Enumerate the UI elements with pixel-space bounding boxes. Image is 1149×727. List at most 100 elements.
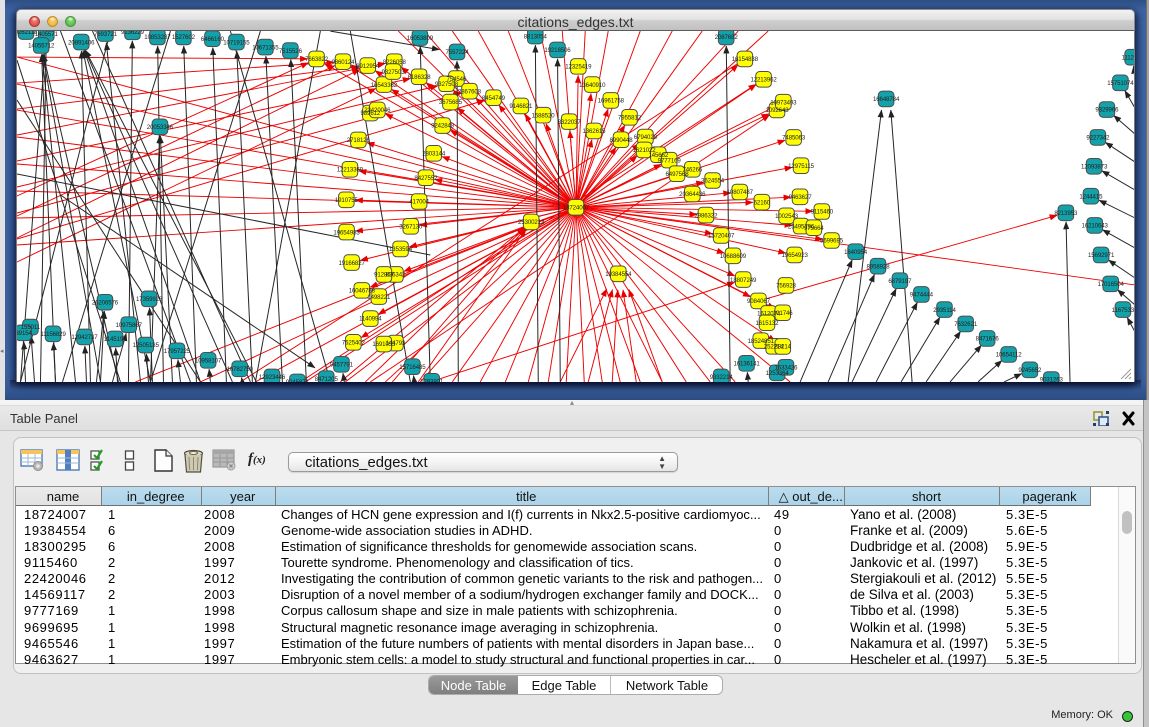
svg-text:10807487: 10807487 [727, 189, 754, 196]
svg-text:9245871: 9245871 [286, 379, 310, 382]
svg-text:20364436: 20364436 [679, 191, 706, 198]
svg-text:10671355: 10671355 [252, 44, 279, 51]
svg-text:7663822: 7663822 [305, 56, 329, 63]
svg-text:1244415: 1244415 [1079, 193, 1103, 200]
svg-text:7515526: 7515526 [279, 48, 303, 55]
svg-text:14055712: 14055712 [28, 43, 55, 50]
svg-text:12213369: 12213369 [337, 167, 364, 174]
svg-text:1167533: 1167533 [1112, 307, 1135, 314]
svg-text:12505135: 12505135 [133, 342, 160, 349]
svg-text:8427552: 8427552 [414, 175, 438, 182]
svg-text:1615132: 1615132 [755, 320, 779, 327]
svg-text:15716485: 15716485 [399, 364, 426, 371]
svg-text:9115460: 9115460 [811, 209, 834, 216]
svg-text:1362615: 1362615 [582, 128, 606, 135]
svg-text:15720407: 15720407 [708, 233, 735, 240]
svg-text:2718126: 2718126 [347, 137, 371, 144]
svg-text:17957225: 17957225 [164, 348, 191, 355]
svg-text:3675685: 3675685 [439, 99, 463, 106]
svg-text:16543362: 16543362 [371, 82, 398, 89]
svg-text:15692971: 15692971 [1088, 252, 1115, 259]
svg-text:1145194: 1145194 [104, 336, 127, 343]
svg-text:101746: 101746 [773, 310, 793, 317]
svg-text:6879197: 6879197 [888, 278, 912, 285]
svg-text:19166827: 19166827 [339, 260, 366, 267]
svg-text:16782759: 16782759 [227, 366, 254, 373]
svg-text:9457791: 9457791 [330, 362, 354, 369]
svg-text:19218506: 19218506 [544, 47, 571, 54]
svg-text:8990448: 8990448 [610, 137, 634, 144]
svg-text:10719155: 10719155 [223, 39, 250, 46]
svg-text:8213953: 8213953 [1054, 210, 1078, 217]
svg-text:20891406: 20891406 [68, 39, 95, 46]
svg-text:2935114: 2935114 [933, 307, 956, 314]
svg-text:1140994: 1140994 [359, 316, 382, 323]
svg-text:1527602: 1527602 [172, 34, 196, 41]
svg-text:3624554: 3624554 [701, 178, 725, 185]
svg-text:9084067: 9084067 [747, 298, 771, 305]
svg-text:10975867: 10975867 [116, 322, 143, 329]
svg-text:10688609: 10688609 [720, 253, 747, 260]
svg-text:1910755: 1910755 [335, 197, 359, 204]
svg-text:20053346: 20053346 [147, 124, 174, 131]
svg-text:8454749: 8454749 [482, 95, 506, 102]
svg-text:1002543: 1002543 [775, 213, 799, 220]
svg-text:7557224: 7557224 [446, 49, 470, 56]
svg-text:8226058: 8226058 [383, 59, 407, 66]
svg-text:2803144: 2803144 [422, 151, 446, 158]
svg-text:9242848: 9242848 [431, 123, 455, 130]
svg-text:9463627: 9463627 [789, 194, 813, 201]
svg-text:912867: 912867 [374, 272, 394, 279]
svg-text:9031263: 9031263 [1040, 377, 1064, 382]
svg-text:15751074: 15751074 [1107, 80, 1134, 87]
svg-text:8471205: 8471205 [315, 376, 339, 382]
svg-text:26206576: 26206576 [92, 299, 119, 306]
svg-text:88214: 88214 [775, 344, 792, 351]
svg-text:19654923: 19654923 [782, 252, 809, 259]
svg-text:17016504: 17016504 [1098, 281, 1125, 288]
svg-text:16136141: 16136141 [733, 361, 760, 368]
svg-text:9699695: 9699695 [820, 238, 844, 245]
svg-text:9860124: 9860124 [331, 59, 355, 66]
svg-text:1293801: 1293801 [420, 379, 444, 382]
svg-text:1405571: 1405571 [35, 31, 59, 38]
svg-text:16648784: 16648784 [873, 96, 900, 103]
svg-text:8958928: 8958928 [867, 263, 891, 270]
svg-text:12975115: 12975115 [788, 163, 815, 170]
svg-text:23420046: 23420046 [364, 107, 391, 114]
svg-text:6794028: 6794028 [634, 134, 658, 141]
svg-text:8912954: 8912954 [356, 63, 380, 70]
svg-text:1633426: 1633426 [774, 365, 798, 372]
svg-text:8813054: 8813054 [524, 33, 548, 40]
svg-text:9327508: 9327508 [435, 81, 459, 88]
svg-text:2867608: 2867608 [458, 88, 482, 95]
svg-text:10853287: 10853287 [144, 34, 171, 41]
svg-text:7955812: 7955812 [618, 115, 642, 122]
svg-text:9146821: 9146821 [509, 103, 533, 110]
svg-text:756928: 756928 [776, 283, 796, 290]
svg-text:7625402: 7625402 [342, 340, 366, 347]
svg-text:9227342: 9227342 [1086, 135, 1110, 142]
svg-text:12942737: 12942737 [71, 334, 98, 341]
svg-text:417004: 417004 [409, 199, 429, 206]
svg-text:9332214: 9332214 [710, 374, 734, 381]
svg-text:2087682: 2087682 [715, 34, 739, 41]
svg-text:19654983: 19654983 [333, 229, 360, 236]
svg-text:1588520: 1588520 [532, 112, 556, 119]
svg-text:18807249: 18807249 [730, 277, 757, 284]
svg-text:7632621: 7632621 [954, 321, 978, 328]
svg-text:1640954: 1640954 [844, 249, 868, 256]
svg-text:1691033: 1691033 [372, 341, 396, 348]
svg-text:12325419: 12325419 [565, 64, 592, 71]
svg-text:13640910: 13640910 [579, 82, 606, 89]
svg-text:7986322: 7986322 [694, 212, 718, 219]
svg-text:7693721: 7693721 [94, 31, 118, 38]
svg-text:10654112: 10654112 [996, 352, 1023, 359]
svg-text:9329966: 9329966 [1095, 107, 1119, 114]
svg-text:25300213: 25300213 [518, 219, 545, 226]
svg-text:1353594: 1353594 [389, 246, 413, 253]
svg-text:1498221: 1498221 [367, 294, 391, 301]
svg-text:1092643: 1092643 [766, 107, 790, 114]
svg-text:12923446: 12923446 [259, 374, 286, 381]
svg-text:11156829: 11156829 [40, 331, 66, 338]
